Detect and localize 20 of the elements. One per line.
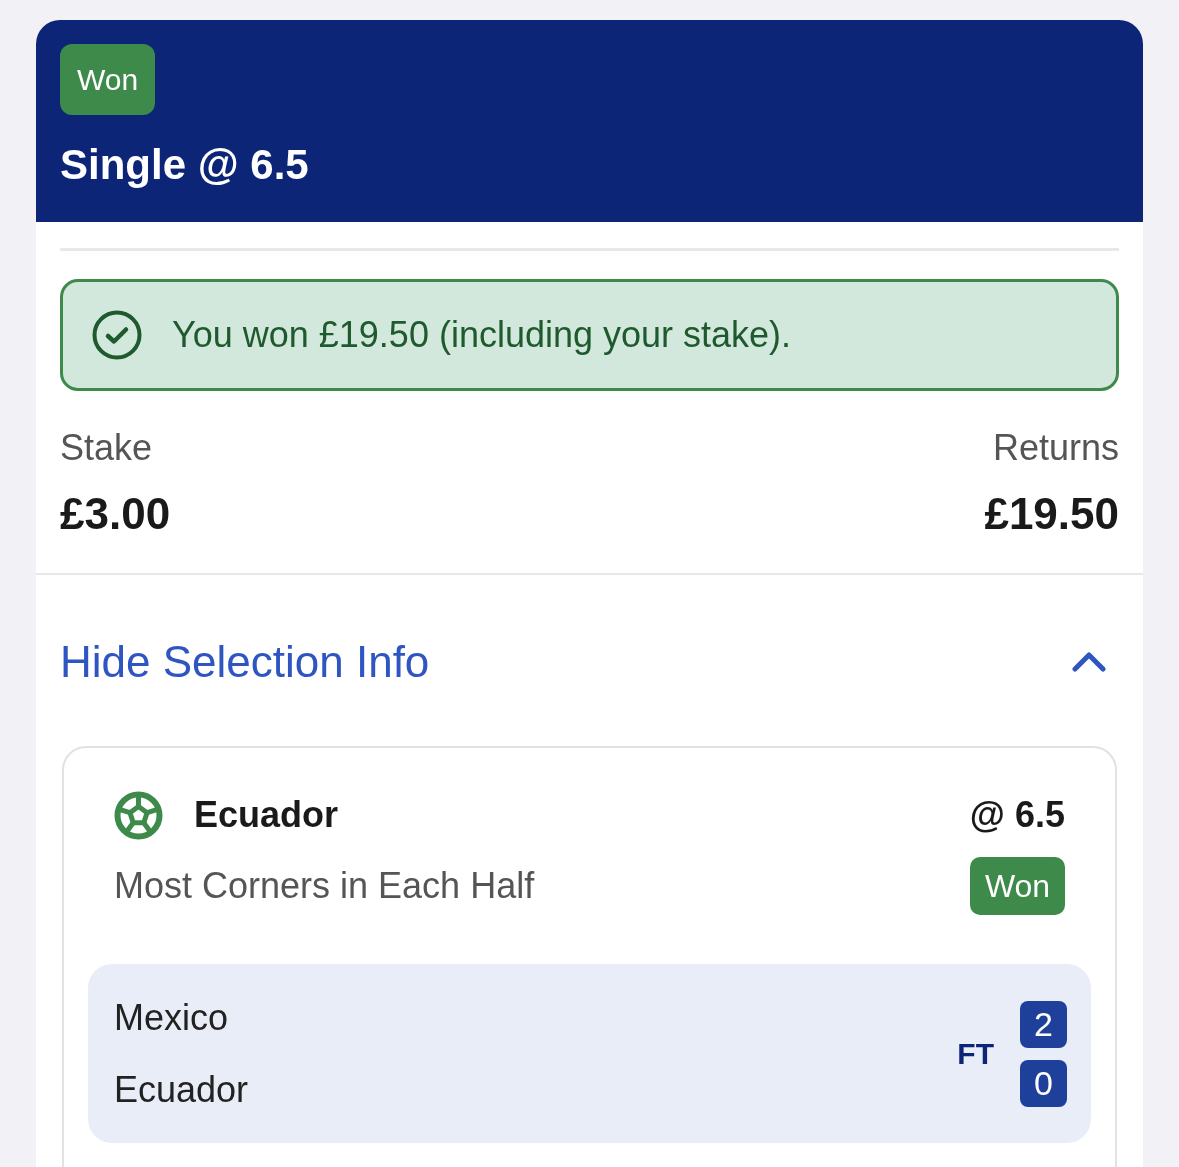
check-circle-icon xyxy=(92,310,142,360)
returns-label: Returns xyxy=(992,426,1119,470)
team-name: Ecuador xyxy=(114,1067,249,1112)
stake-label: Stake xyxy=(60,426,153,470)
team-score: 2 xyxy=(1020,1000,1067,1048)
bet-title: Single @ 6.5 xyxy=(60,140,309,190)
stake-amount: £3.00 xyxy=(60,488,171,540)
team-score: 0 xyxy=(1020,1059,1067,1107)
chevron-icon[interactable] xyxy=(1072,652,1106,672)
match-period: FT xyxy=(957,1036,994,1072)
football-icon xyxy=(114,790,163,840)
selection-name: Ecuador xyxy=(194,793,339,837)
market-name: Most Corners in Each Half xyxy=(114,864,535,908)
win-message: You won £19.50 (including your stake). xyxy=(172,313,792,357)
hide-selection-info-link[interactable]: Hide Selection Info xyxy=(60,636,430,688)
won-badge: Won xyxy=(60,44,155,115)
won-badge: Won xyxy=(970,857,1065,915)
returns-amount: £19.50 xyxy=(984,488,1119,540)
selection-odds: @ 6.5 xyxy=(969,793,1065,837)
team-name: Mexico xyxy=(114,995,230,1040)
